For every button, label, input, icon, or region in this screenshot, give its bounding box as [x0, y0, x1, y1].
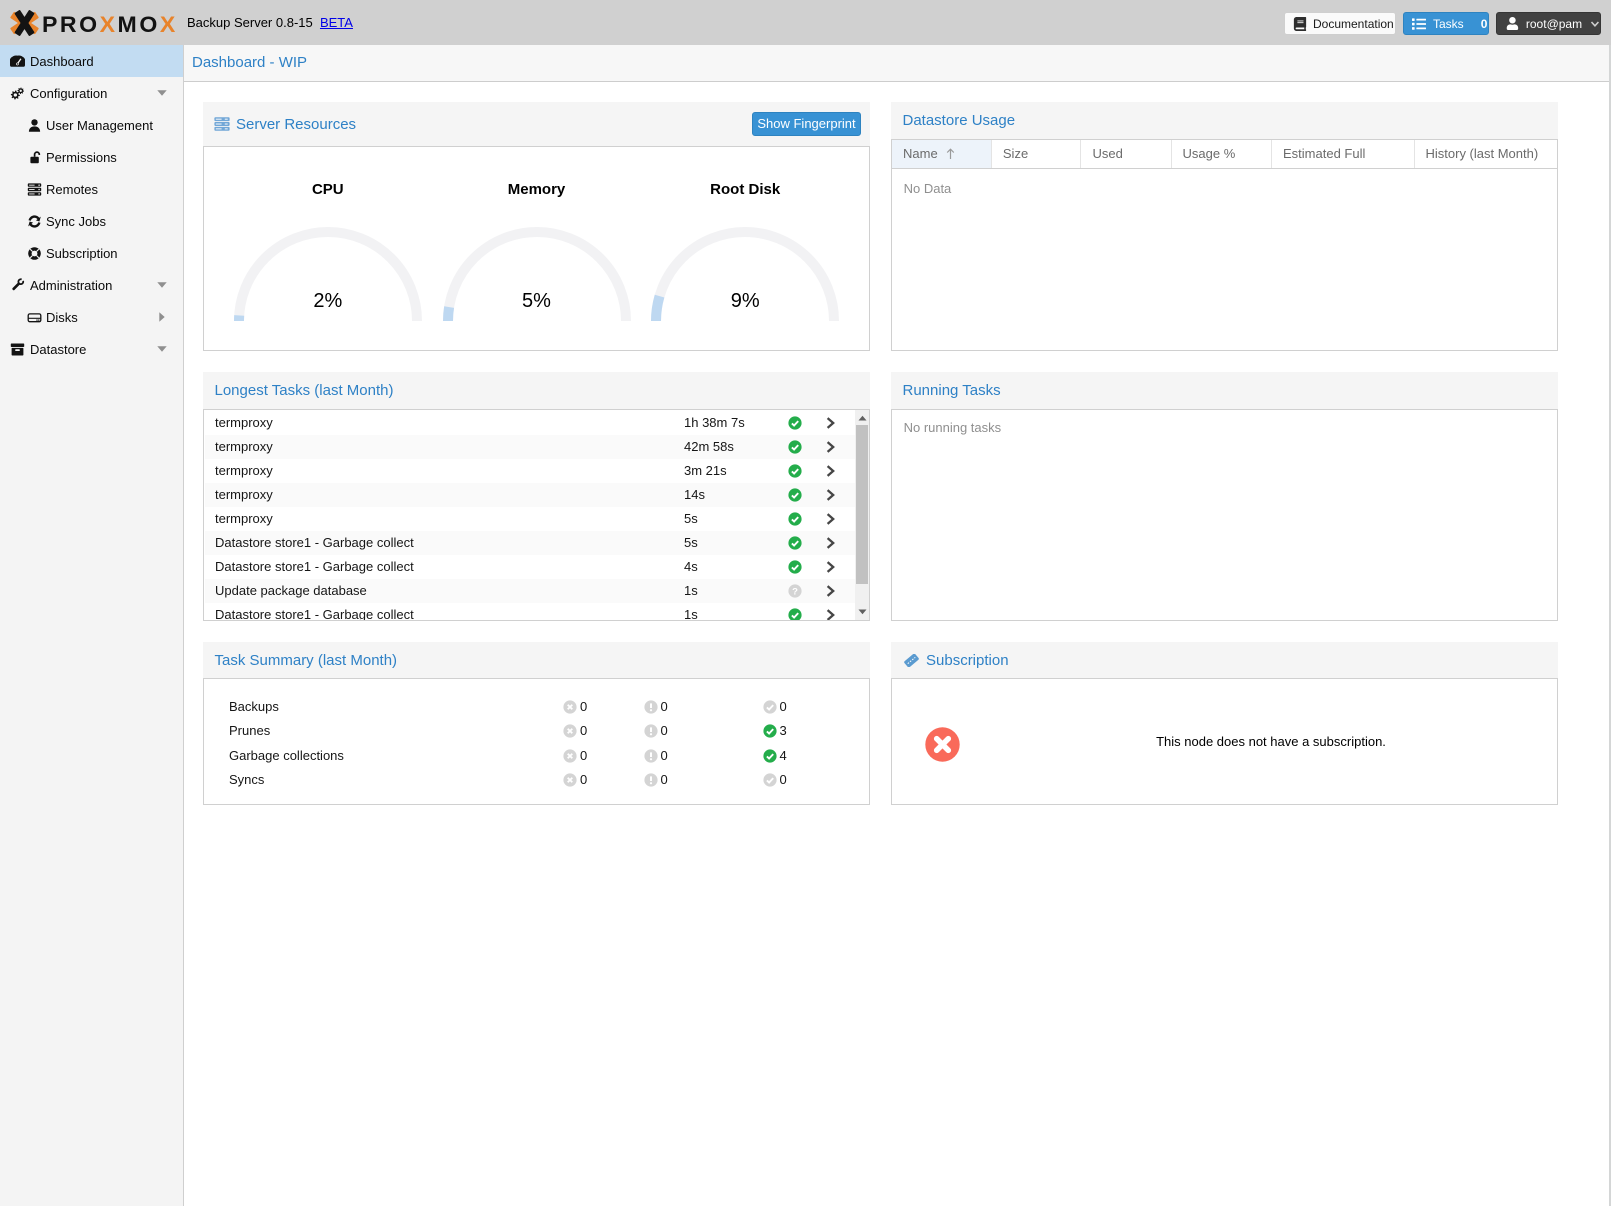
- svg-text:?: ?: [792, 586, 798, 597]
